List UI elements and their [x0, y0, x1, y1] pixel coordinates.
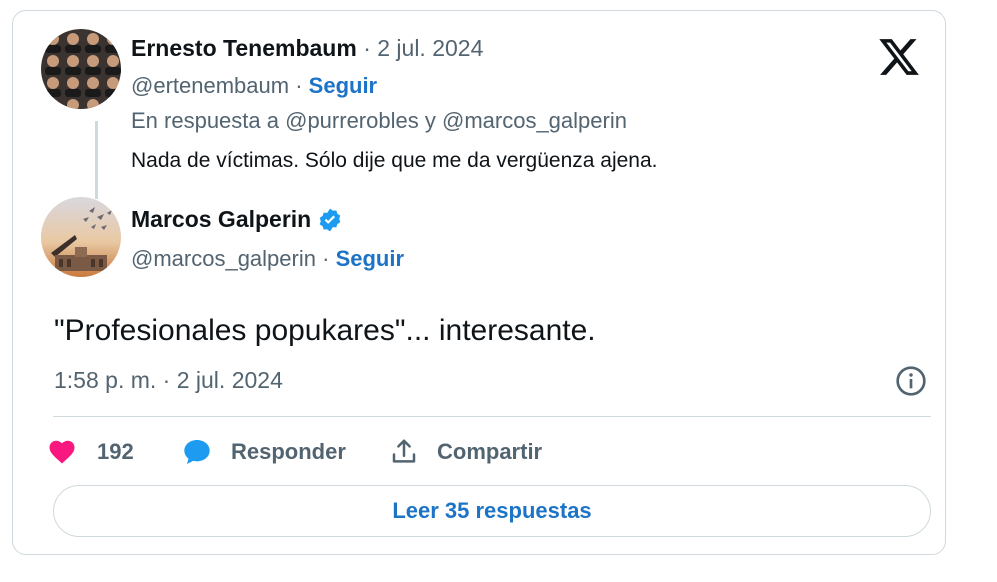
heart-icon [47, 437, 77, 467]
avatar-ernesto[interactable] [41, 29, 121, 109]
quoted-date[interactable]: · 2 jul. 2024 [363, 35, 483, 61]
x-logo-icon[interactable] [877, 35, 921, 79]
quoted-handle-row: @ertenembaum · Seguir [131, 73, 377, 99]
follow-link[interactable]: Seguir [336, 246, 404, 271]
handle-row: @marcos_galperin · Seguir [131, 246, 404, 272]
share-icon [389, 437, 419, 467]
avatar-marcos[interactable] [41, 197, 121, 277]
quoted-separator: · [295, 73, 303, 98]
reply-label: Responder [231, 439, 346, 464]
handle-separator: · [322, 246, 330, 271]
quoted-author-row: Ernesto Tenembaum · 2 jul. 2024 [131, 35, 483, 62]
like-count: 192 [97, 439, 134, 464]
quoted-follow-link[interactable]: Seguir [309, 73, 377, 98]
author-row: Marcos Galperin [131, 206, 343, 233]
read-replies-button[interactable]: Leer 35 respuestas [53, 485, 931, 537]
share-label: Compartir [437, 439, 543, 464]
in-reply-user-link[interactable]: @purrerobles [285, 108, 419, 133]
speech-bubble-icon [181, 436, 213, 468]
quoted-author-name[interactable]: Ernesto Tenembaum [131, 35, 357, 61]
tweet-text: "Profesionales popukares"... interesante… [54, 314, 596, 347]
quoted-tweet-text: Nada de víctimas. Sólo dije que me da ve… [131, 149, 658, 172]
tweet-embed-card: Ernesto Tenembaum · 2 jul. 2024 @ertenem… [12, 10, 946, 555]
share-button[interactable]: Compartir [389, 435, 542, 469]
verified-badge-icon [317, 207, 343, 233]
divider [53, 416, 931, 417]
thread-connector-line [95, 121, 98, 199]
quoted-handle[interactable]: @ertenembaum [131, 73, 289, 98]
reply-button[interactable]: Responder [181, 435, 346, 469]
tweet-timestamp[interactable]: 1:58 p. m. · 2 jul. 2024 [54, 367, 283, 394]
author-handle[interactable]: @marcos_galperin [131, 246, 316, 271]
in-reply-user-link[interactable]: @marcos_galperin [442, 108, 627, 133]
in-reply-prefix: En respuesta a [131, 108, 279, 133]
like-button[interactable]: 192 [47, 435, 134, 469]
in-reply-join: y [424, 108, 436, 133]
info-icon[interactable] [895, 365, 927, 397]
author-name[interactable]: Marcos Galperin [131, 206, 311, 233]
in-reply-to-row: En respuesta a @purrerobles y @marcos_ga… [131, 108, 627, 134]
